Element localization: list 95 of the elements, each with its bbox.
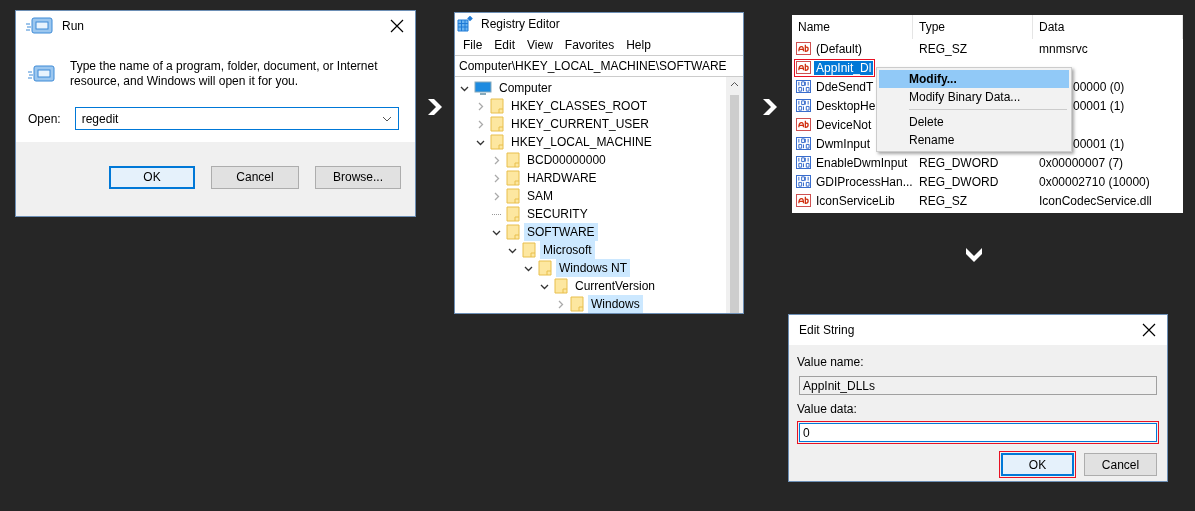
value-data: 0x00000007 (7) (1039, 155, 1124, 170)
folder-icon (506, 170, 520, 186)
folder-icon (490, 134, 504, 150)
window-title: Edit String (799, 323, 856, 337)
string-value-icon (796, 42, 811, 55)
chevron-icon (762, 98, 778, 116)
window-title: Run (62, 19, 85, 33)
tree-item[interactable]: Windows (588, 295, 643, 313)
folder-icon (490, 116, 504, 132)
value-type: REG_SZ (919, 41, 967, 56)
field-label: Value name: (797, 355, 865, 369)
folder-icon (506, 188, 520, 204)
tree-item[interactable]: SAM (524, 187, 556, 205)
folder-icon (570, 296, 584, 312)
computer-icon (474, 80, 492, 96)
binary-value-icon (796, 80, 811, 93)
binary-value-icon (796, 137, 811, 150)
context-menu-item[interactable]: Modify Binary Data... (879, 88, 1069, 106)
binary-value-icon (796, 156, 811, 169)
value-type: REG_DWORD (919, 174, 999, 189)
value-name[interactable]: DdeSendT (814, 79, 876, 94)
folder-icon (490, 98, 504, 114)
value-type: REG_DWORD (919, 155, 999, 170)
close-icon[interactable] (1141, 322, 1157, 338)
tree-item[interactable]: Microsoft (540, 241, 595, 259)
value-name[interactable]: AppInit_Dl (814, 60, 874, 75)
value-data: 00001 (1) (1073, 136, 1125, 151)
tree-item[interactable]: Windows NT (556, 259, 630, 277)
field-label: Value data: (797, 402, 858, 416)
dropdown-caret-icon[interactable] (382, 115, 392, 122)
dialog-button[interactable]: Cancel (211, 165, 299, 189)
menu-item[interactable]: View (521, 38, 559, 52)
value-data-field[interactable]: 0 (799, 423, 1157, 442)
dialog-button[interactable]: Cancel (1084, 453, 1157, 476)
value-name[interactable]: GDIProcessHan... (814, 174, 915, 189)
column-header[interactable]: Name (792, 15, 913, 39)
value-name[interactable]: DeviceNot (814, 117, 874, 132)
chevron-icon (965, 247, 983, 263)
context-menu-item[interactable]: Modify... (879, 70, 1069, 88)
value-type: REG_SZ (919, 193, 967, 208)
open-label: Open: (28, 111, 61, 126)
string-value-icon (796, 118, 811, 131)
menu-item[interactable]: Favorites (558, 38, 621, 52)
tree-connector-icon (492, 212, 501, 216)
tree-item[interactable]: CurrentVersion (572, 277, 659, 295)
run-icon (26, 16, 54, 36)
context-menu-item[interactable]: Rename (879, 131, 1069, 149)
window-title: Registry Editor (481, 17, 561, 31)
string-value-icon (796, 61, 811, 74)
folder-icon (506, 152, 520, 168)
value-data: mnmsrvc (1039, 41, 1088, 56)
close-icon[interactable] (389, 18, 405, 34)
tree-item[interactable]: HKEY_CURRENT_USER (508, 115, 653, 133)
tree-item[interactable]: HARDWARE (524, 169, 600, 187)
string-value-icon (796, 194, 811, 207)
tree-item[interactable]: HKEY_CLASSES_ROOT (508, 97, 651, 115)
value-name[interactable]: DesktopHe (814, 98, 878, 113)
menu-item[interactable]: Help (620, 38, 657, 52)
column-header[interactable]: Data (1033, 15, 1183, 39)
folder-icon (506, 206, 520, 222)
tree-item[interactable]: BCD00000000 (524, 151, 609, 169)
folder-icon (506, 224, 520, 240)
value-name-field[interactable]: AppInit_DLLs (799, 376, 1157, 395)
folder-icon (522, 242, 536, 258)
value-name[interactable]: IconServiceLib (814, 193, 897, 208)
value-data: IconCodecService.dll (1039, 193, 1152, 208)
context-menu-item[interactable]: Delete (879, 113, 1069, 131)
binary-value-icon (796, 99, 811, 112)
tree-item[interactable]: Computer (496, 79, 555, 97)
value-data: 00000 (0) (1073, 79, 1125, 94)
column-header[interactable]: Type (913, 15, 1033, 39)
dialog-button[interactable]: OK (1001, 453, 1074, 476)
address-bar[interactable]: Computer\HKEY_LOCAL_MACHINE\SOFTWARE (455, 55, 743, 77)
value-name[interactable]: (Default) (814, 41, 864, 56)
tree-item[interactable]: SOFTWARE (524, 223, 598, 241)
menu-item[interactable]: Edit (488, 38, 522, 52)
folder-icon (538, 260, 552, 276)
chevron-icon (427, 98, 443, 116)
scrollbar[interactable] (726, 77, 743, 313)
tree-item[interactable]: HKEY_LOCAL_MACHINE (508, 133, 655, 151)
value-name[interactable]: EnableDwmInput (814, 155, 910, 170)
open-combo-field[interactable]: regedit (74, 107, 399, 130)
run-icon (28, 64, 56, 84)
value-data: 00001 (1) (1073, 98, 1125, 113)
tree-item[interactable]: SECURITY (524, 205, 591, 223)
dialog-button[interactable]: Browse... (315, 165, 401, 189)
binary-value-icon (796, 175, 811, 188)
scroll-up-icon[interactable] (730, 81, 739, 87)
prompt-text: Type the name of a program, folder, document, or Internet resource, and Windows will open it for you. (70, 59, 379, 89)
dialog-button[interactable]: OK (109, 165, 195, 189)
value-name[interactable]: DwmInput (814, 136, 873, 151)
value-data: 0x00002710 (10000) (1039, 174, 1150, 189)
grid-icon (457, 16, 473, 32)
menu-item[interactable]: File (457, 38, 489, 52)
folder-icon (554, 278, 568, 294)
